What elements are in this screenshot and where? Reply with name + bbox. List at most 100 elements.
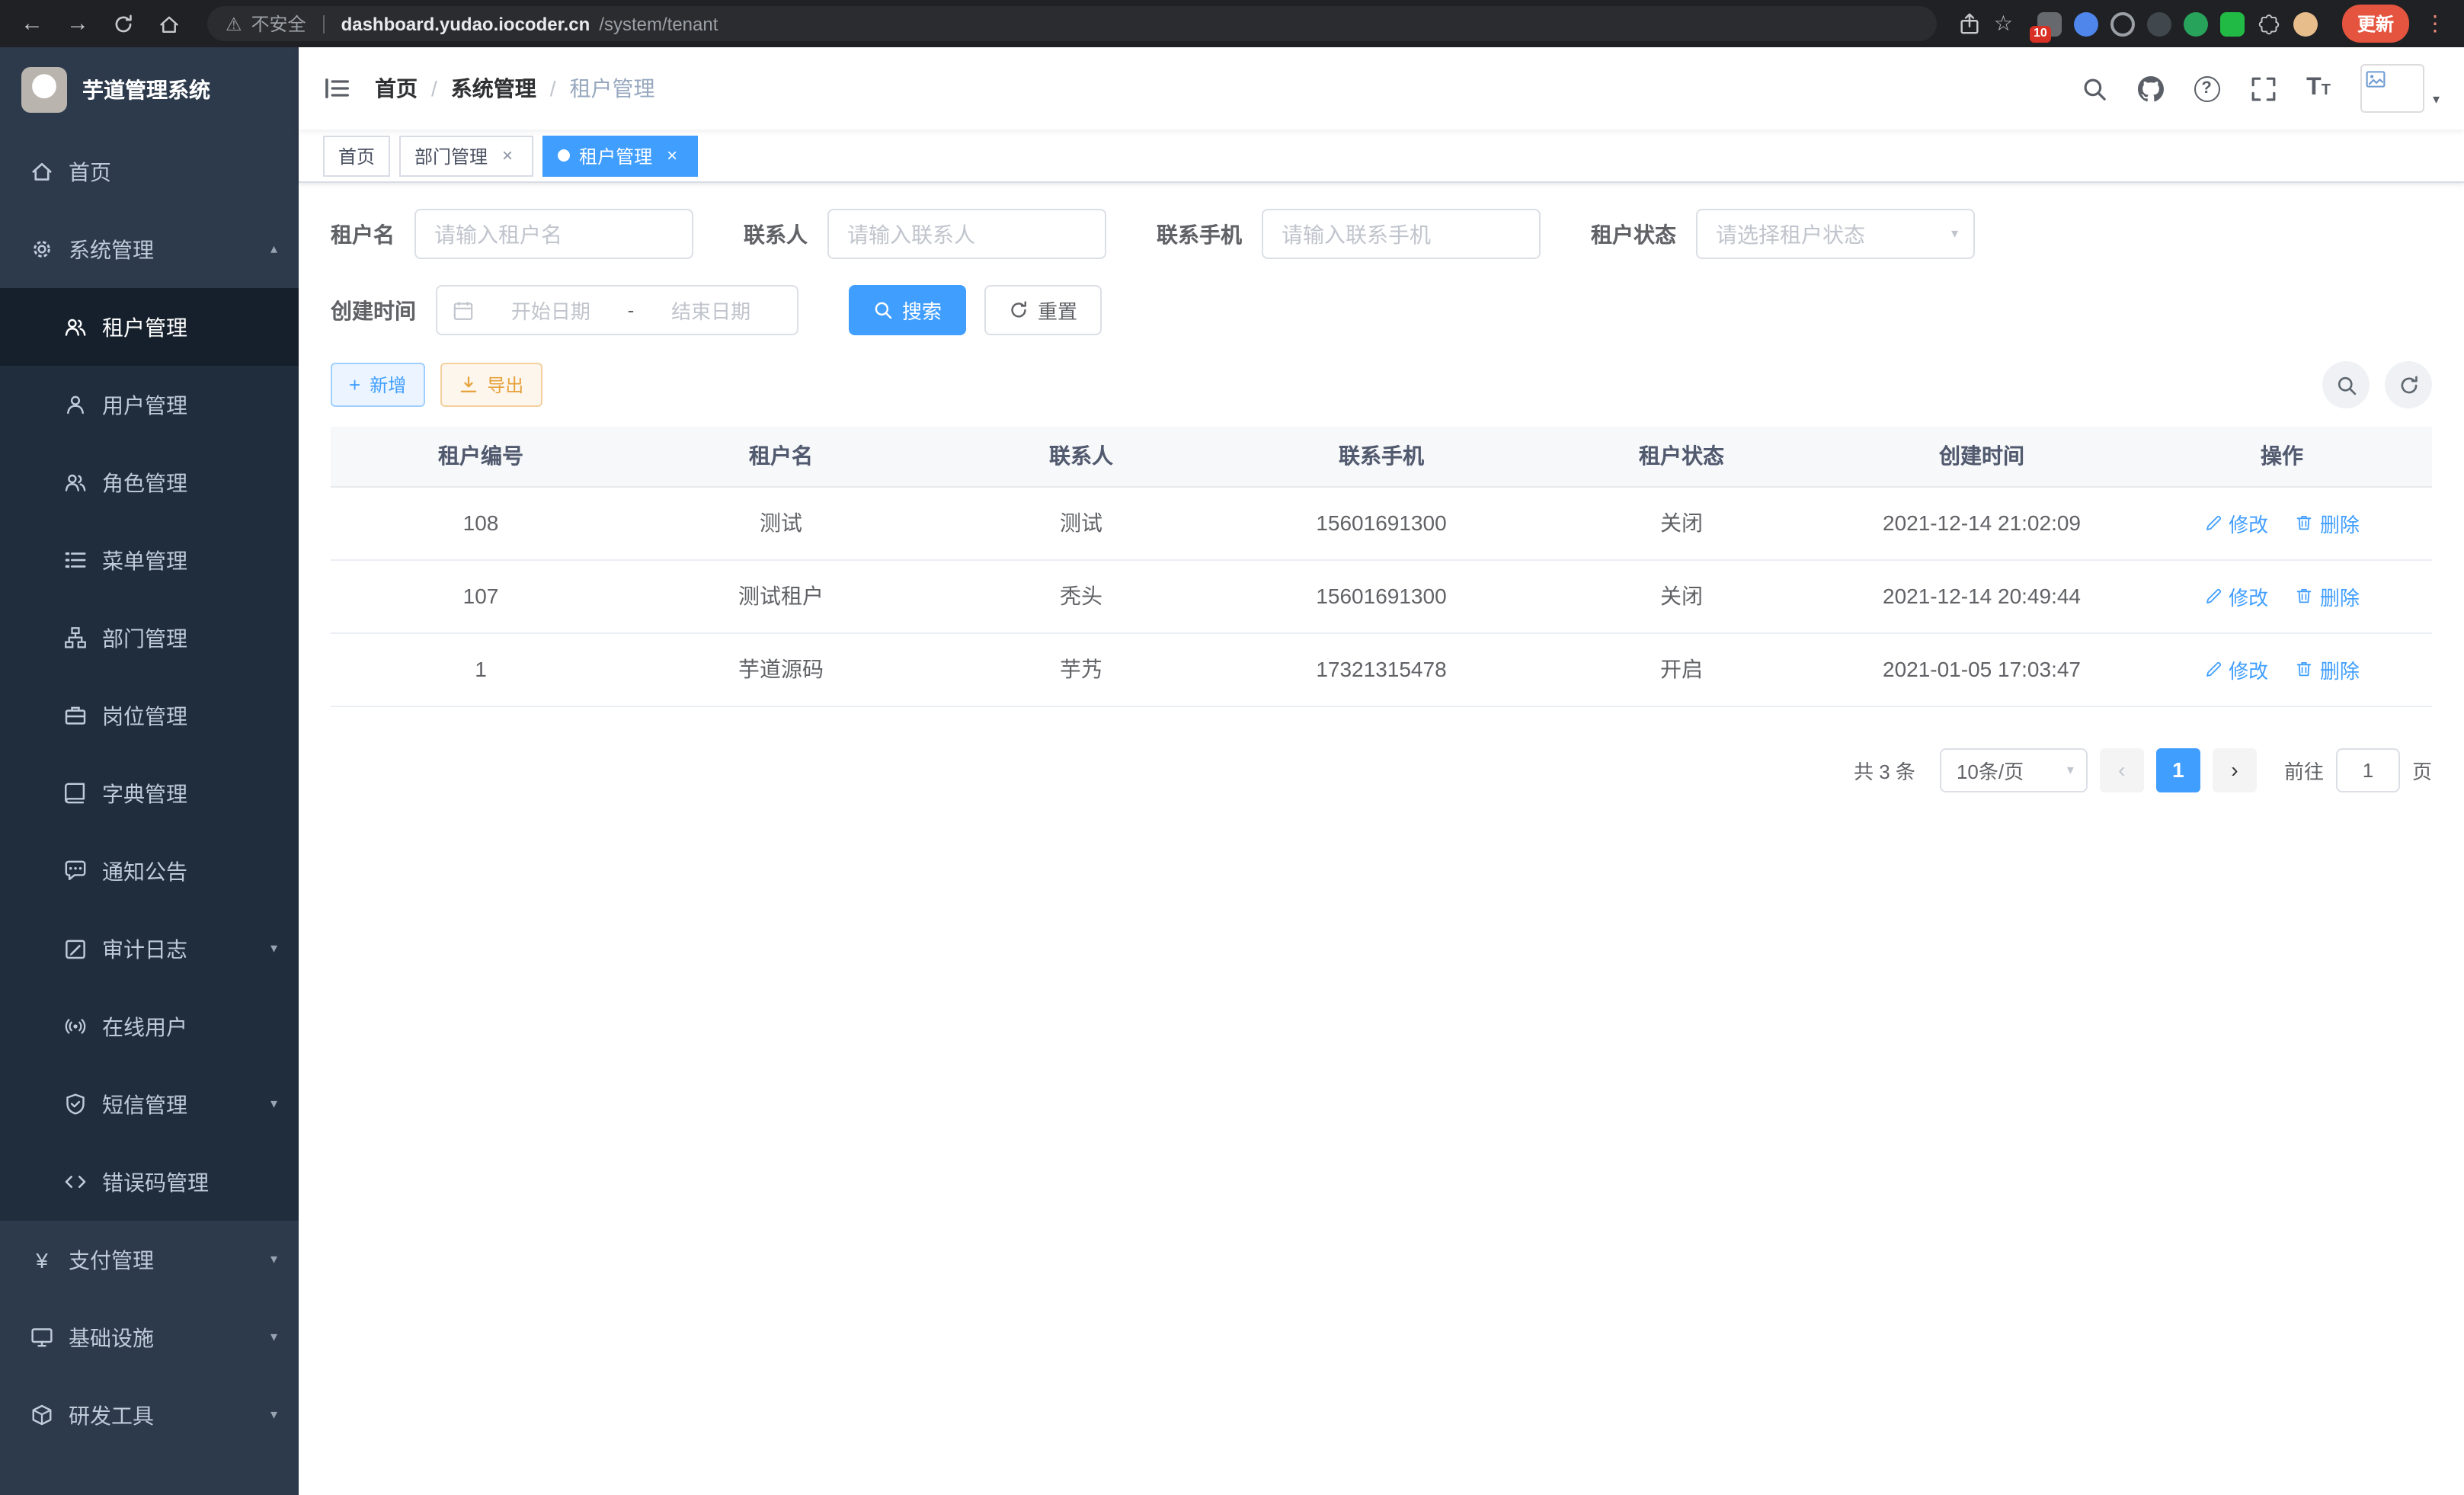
- mobile-label: 联系手机: [1157, 219, 1242, 249]
- pagination: 共 3 条 10条/页 ▾ ‹ 1 › 前往 页: [331, 748, 2432, 792]
- sidebar-item-tenant[interactable]: 租户管理: [0, 288, 299, 366]
- sidebar-item-payment[interactable]: ¥ 支付管理 ▾: [0, 1221, 299, 1298]
- sidebar-item-audit-log[interactable]: 审计日志 ▾: [0, 910, 299, 988]
- active-tab-dot-icon: [558, 149, 570, 162]
- sidebar-item-infra[interactable]: 基础设施 ▾: [0, 1298, 299, 1376]
- sidebar-item-user[interactable]: 用户管理: [0, 366, 299, 443]
- extension-icon-ring[interactable]: [2110, 11, 2135, 36]
- code-icon: [64, 1170, 87, 1193]
- sidebar-item-devtools[interactable]: 研发工具 ▾: [0, 1376, 299, 1454]
- trash-icon: [2296, 587, 2314, 605]
- prev-page-button[interactable]: ‹: [2100, 748, 2144, 792]
- next-page-button[interactable]: ›: [2213, 748, 2257, 792]
- contact-input[interactable]: [827, 209, 1106, 259]
- filter-mobile: 联系手机: [1157, 209, 1541, 259]
- extension-icon-grid[interactable]: 10: [2037, 11, 2062, 36]
- font-size-icon[interactable]: TT: [2306, 76, 2331, 101]
- edit-link[interactable]: 修改: [2204, 581, 2268, 610]
- sidebar-item-post[interactable]: 岗位管理: [0, 677, 299, 754]
- share-icon[interactable]: [1959, 12, 1982, 35]
- cell-contact: 芋艿: [931, 632, 1231, 706]
- app-layout: 芋道管理系统 首页 系统管理 ▴ 租户管理: [0, 47, 2464, 1495]
- browser-update-button[interactable]: 更新: [2342, 5, 2409, 43]
- tab-dept[interactable]: 部门管理 ×: [399, 135, 533, 176]
- page-size-select[interactable]: 10条/页 ▾: [1940, 748, 2088, 792]
- github-icon[interactable]: [2137, 75, 2163, 101]
- col-contact: 联系人: [931, 427, 1231, 486]
- breadcrumb: 首页 / 系统管理 / 租户管理: [375, 73, 655, 104]
- breadcrumb-home[interactable]: 首页: [375, 73, 418, 104]
- sidebar-menu: 首页 系统管理 ▴ 租户管理 用户管理: [0, 133, 299, 1495]
- profile-avatar-icon[interactable]: [2293, 11, 2318, 36]
- browser-home-icon[interactable]: [152, 7, 186, 40]
- avatar-dropdown[interactable]: ▾: [2361, 64, 2440, 113]
- security-warning-icon[interactable]: ⚠: [226, 13, 242, 34]
- address-bar[interactable]: ⚠ 不安全 dashboard.yudao.iocoder.cn /system…: [207, 6, 1938, 41]
- fullscreen-icon[interactable]: [2250, 75, 2276, 101]
- refresh-table-button[interactable]: [2385, 361, 2432, 408]
- search-button[interactable]: 搜索: [849, 285, 966, 335]
- col-status: 租户状态: [1531, 427, 1832, 486]
- help-icon[interactable]: ?: [2194, 75, 2219, 101]
- contact-label: 联系人: [744, 219, 808, 249]
- edit-link[interactable]: 修改: [2204, 508, 2268, 537]
- sidebar-toggle-icon[interactable]: [323, 75, 350, 102]
- delete-link[interactable]: 删除: [2296, 508, 2360, 537]
- extensions-puzzle-icon[interactable]: [2257, 11, 2281, 36]
- menu-label: 在线用户: [102, 1011, 187, 1042]
- tab-tenant[interactable]: 租户管理 ×: [542, 135, 698, 176]
- breadcrumb-separator: /: [431, 76, 437, 101]
- forward-icon[interactable]: →: [61, 7, 94, 40]
- back-icon[interactable]: ←: [15, 7, 49, 40]
- menu-label: 字典管理: [102, 778, 187, 808]
- delete-link[interactable]: 删除: [2296, 581, 2360, 610]
- sidebar: 芋道管理系统 首页 系统管理 ▴ 租户管理: [0, 47, 299, 1495]
- sidebar-item-dept[interactable]: 部门管理: [0, 599, 299, 677]
- sidebar-item-system[interactable]: 系统管理 ▴: [0, 210, 299, 288]
- cell-actions: 修改 删除: [2132, 559, 2432, 632]
- cell-mobile: 17321315478: [1231, 632, 1531, 706]
- browser-chrome: ← → ⚠ 不安全 dashboard.yudao.iocoder.cn /sy…: [0, 0, 2464, 47]
- sidebar-item-menu[interactable]: 菜单管理: [0, 521, 299, 599]
- role-users-icon: [64, 471, 87, 494]
- page-number-button[interactable]: 1: [2156, 748, 2200, 792]
- tenant-status-select[interactable]: 请选择租户状态 ▾: [1696, 209, 1975, 259]
- delete-label: 删除: [2320, 508, 2360, 537]
- export-button[interactable]: 导出: [440, 363, 542, 407]
- menu-label: 研发工具: [69, 1400, 154, 1430]
- browser-menu-icon[interactable]: ⋮: [2421, 11, 2449, 37]
- delete-link[interactable]: 删除: [2296, 655, 2360, 683]
- extension-icon-green-circle[interactable]: [2184, 11, 2208, 36]
- create-time-range-picker[interactable]: 开始日期 - 结束日期: [436, 285, 798, 335]
- close-icon[interactable]: ×: [661, 145, 683, 166]
- sidebar-item-role[interactable]: 角色管理: [0, 443, 299, 521]
- add-button[interactable]: + 新增: [331, 363, 424, 407]
- date-separator: -: [628, 299, 635, 322]
- goto-page-input[interactable]: [2336, 748, 2400, 792]
- menu-label: 基础设施: [69, 1322, 154, 1353]
- avatar[interactable]: [2361, 64, 2425, 113]
- extension-icon-dark[interactable]: [2147, 11, 2171, 36]
- cell-status: 关闭: [1531, 559, 1832, 632]
- tab-home[interactable]: 首页: [323, 135, 390, 176]
- reload-icon[interactable]: [107, 7, 140, 40]
- search-icon[interactable]: [2081, 75, 2107, 101]
- bookmark-star-icon[interactable]: ☆: [1994, 11, 2013, 37]
- tenant-name-input[interactable]: [414, 209, 693, 259]
- sidebar-item-dict[interactable]: 字典管理: [0, 754, 299, 832]
- breadcrumb-system[interactable]: 系统管理: [451, 73, 536, 104]
- close-icon[interactable]: ×: [497, 145, 518, 166]
- tags-view: 首页 部门管理 × 租户管理 ×: [299, 130, 2464, 183]
- reset-button[interactable]: 重置: [984, 285, 1102, 335]
- extension-icon-green-square[interactable]: [2220, 11, 2245, 36]
- chat-icon: [64, 860, 87, 882]
- toggle-search-button[interactable]: [2322, 361, 2370, 408]
- sidebar-item-home[interactable]: 首页: [0, 133, 299, 210]
- extension-icon-blue[interactable]: [2074, 11, 2098, 36]
- sidebar-item-notice[interactable]: 通知公告: [0, 832, 299, 910]
- sidebar-item-sms[interactable]: 短信管理 ▾: [0, 1065, 299, 1143]
- edit-link[interactable]: 修改: [2204, 655, 2268, 683]
- sidebar-item-error-code[interactable]: 错误码管理: [0, 1143, 299, 1221]
- mobile-input[interactable]: [1262, 209, 1541, 259]
- sidebar-item-online-user[interactable]: 在线用户: [0, 988, 299, 1065]
